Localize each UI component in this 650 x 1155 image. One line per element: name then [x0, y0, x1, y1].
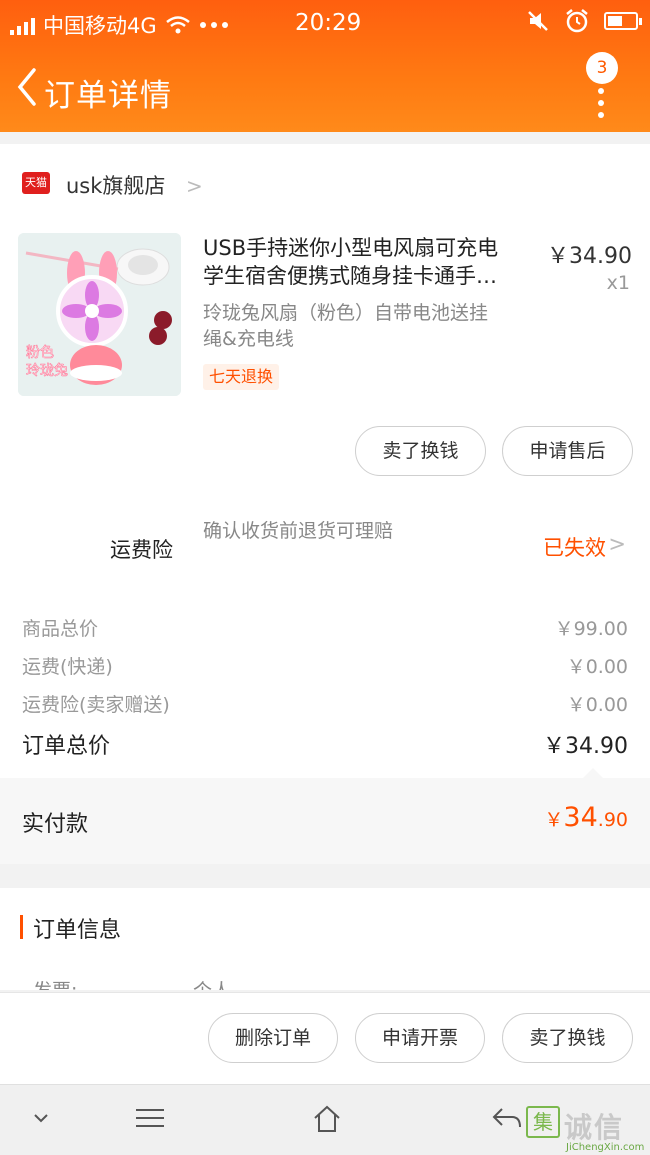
- fee-value: ￥0.00: [566, 656, 628, 678]
- svg-text:玲珑兔: 玲珑兔: [26, 363, 68, 379]
- order-info-section: 订单信息 发票: 个人: [0, 888, 650, 990]
- tmall-logo-icon: 天猫: [22, 172, 50, 194]
- fee-row: 运费(快递) ￥0.00: [22, 652, 628, 682]
- back-arrow-icon[interactable]: [490, 1103, 522, 1133]
- product-sku-line-1: 玲珑兔风扇（粉色）自带电池送挂: [203, 302, 489, 324]
- paid-currency: ￥: [544, 809, 564, 831]
- back-icon[interactable]: [8, 62, 48, 112]
- aftersale-button[interactable]: 申请售后: [502, 426, 633, 476]
- product-sku: 玲珑兔风扇（粉色）自带电池送挂 绳&充电线: [203, 300, 533, 352]
- fee-value: ￥0.00: [566, 694, 628, 716]
- clock: 20:29: [295, 10, 362, 36]
- product-sku-line-2: 绳&充电线: [203, 328, 294, 350]
- delete-order-button[interactable]: 删除订单: [208, 1013, 338, 1063]
- order-total-value: ￥34.90: [543, 734, 628, 759]
- chevron-right-icon: >: [186, 174, 203, 198]
- alarm-icon: [566, 9, 588, 33]
- wifi-icon: [165, 16, 190, 34]
- home-icon[interactable]: [312, 1103, 342, 1135]
- nav-bar: 订单详情 3: [0, 46, 650, 132]
- watermark-logo-icon: 集: [526, 1106, 560, 1138]
- battery-icon: [604, 12, 642, 30]
- order-total-label: 订单总价: [22, 734, 111, 759]
- shop-row[interactable]: 天猫 usk旗舰店 >: [0, 164, 650, 204]
- sell-item-button[interactable]: 卖了换钱: [355, 426, 486, 476]
- invoice-value: 个人: [193, 976, 231, 990]
- more-menu-button[interactable]: 3: [576, 52, 636, 122]
- section-accent-bar: [20, 915, 23, 939]
- watermark-logo: 集 诚信 JiChengXin.com: [526, 1104, 644, 1154]
- return-policy-tag: 七天退换: [203, 364, 280, 390]
- mute-icon: [528, 11, 548, 31]
- paid-amount-box: 实付款 ￥34.90: [0, 768, 650, 864]
- fee-row: 运费险(卖家赠送) ￥0.00: [22, 690, 628, 720]
- insurance-status: 已失效: [543, 536, 606, 560]
- chevron-down-icon[interactable]: [32, 1103, 50, 1133]
- fee-row: 商品总价 ￥99.00: [22, 614, 628, 644]
- header: 中国移动4G 20:29 订单详情 3: [0, 0, 650, 132]
- carrier-label: 中国移动4G: [43, 14, 157, 38]
- message-badge: 3: [586, 52, 618, 84]
- product-price: ￥34.90: [547, 244, 632, 269]
- fee-label: 商品总价: [22, 618, 99, 640]
- status-bar: 中国移动4G 20:29: [0, 0, 650, 46]
- more-dots-icon: [199, 22, 228, 28]
- watermark-subtext: JiChengXin.com: [566, 1142, 645, 1153]
- product-title[interactable]: USB手持迷你小型电风扇可充电 学生宿舍便携式随身挂卡通手…: [203, 234, 533, 290]
- order-info-title: 订单信息: [33, 918, 122, 943]
- svg-text:粉色: 粉色: [26, 344, 54, 361]
- more-vertical-icon: [598, 88, 604, 124]
- sell-item-bottom-button[interactable]: 卖了换钱: [502, 1013, 633, 1063]
- invoice-label: 发票:: [33, 980, 77, 990]
- paid-label: 实付款: [22, 812, 89, 837]
- signal-icon: [10, 15, 35, 35]
- order-total-row: 订单总价 ￥34.90: [22, 728, 628, 760]
- paid-value: ￥34.90: [544, 802, 628, 833]
- fee-label: 运费险(卖家赠送): [22, 694, 170, 716]
- paid-integer: 34: [563, 802, 598, 833]
- product-image[interactable]: 粉色 玲珑兔: [18, 233, 181, 396]
- fan-illustration: 粉色 玲珑兔: [18, 233, 181, 396]
- insurance-desc: 确认收货前退货可理赔: [203, 520, 394, 542]
- order-card: 天猫 usk旗舰店 > 粉色 玲珑兔 USB手持迷你小型电风扇可充电 学生宿舍便…: [0, 144, 650, 864]
- caret-up-icon: [582, 768, 604, 779]
- menu-icon[interactable]: [134, 1103, 166, 1133]
- shop-name: usk旗舰店: [66, 174, 166, 198]
- page-title: 订单详情: [44, 78, 172, 114]
- bottom-action-bar: 删除订单 申请开票 卖了换钱: [0, 992, 650, 1084]
- fee-value: ￥99.00: [554, 618, 628, 640]
- product-quantity: x1: [606, 272, 630, 294]
- request-invoice-button[interactable]: 申请开票: [355, 1013, 485, 1063]
- product-title-line-2: 学生宿舍便携式随身挂卡通手…: [203, 264, 497, 288]
- chevron-right-icon: >: [608, 532, 626, 556]
- fee-label: 运费(快递): [22, 656, 113, 678]
- product-title-line-1: USB手持迷你小型电风扇可充电: [203, 236, 499, 260]
- invoice-row: 发票: 个人: [33, 976, 633, 990]
- watermark-text: 诚信: [564, 1111, 625, 1144]
- insurance-label: 运费险: [110, 538, 173, 562]
- paid-decimal: .90: [597, 809, 628, 831]
